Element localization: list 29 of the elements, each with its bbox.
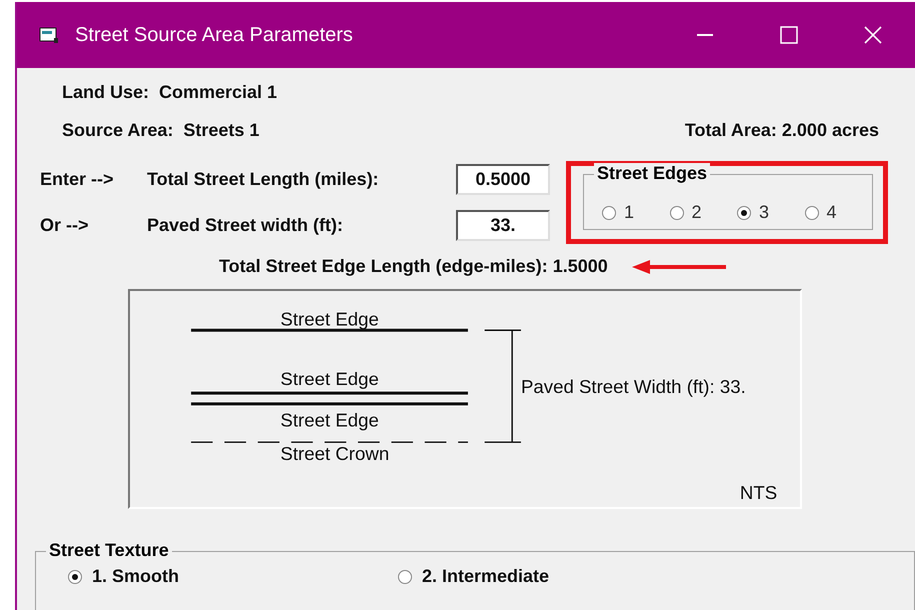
field-label: Paved Street width (ft): xyxy=(147,215,344,236)
edge-length-label: Total Street Edge Length (edge-miles): 1.5000 xyxy=(219,256,608,277)
radio-option[interactable]: 4 xyxy=(804,202,872,223)
edge-label: Street Edge xyxy=(280,308,379,330)
edge-label: Street Edge xyxy=(280,368,379,390)
scale-note: NTS xyxy=(740,482,778,504)
minimize-icon xyxy=(697,34,713,36)
prompt-label: Enter --> xyxy=(40,169,115,190)
radio-option[interactable]: 2. Intermediate xyxy=(398,566,728,587)
radio-option[interactable]: 1. Smooth xyxy=(68,566,398,587)
arrow-icon xyxy=(632,258,726,274)
group-title: Street Edges xyxy=(594,163,710,183)
radio-option[interactable]: 3 xyxy=(737,202,804,223)
prompt-label: Or --> xyxy=(40,215,90,236)
window-title: Street Source Area Parameters xyxy=(75,24,353,46)
total-area-label: Total Area: 2.000 acres xyxy=(684,119,879,141)
source-area-label: Source Area: Streets 1 xyxy=(62,119,260,141)
field-label: Total Street Length (miles): xyxy=(147,169,380,190)
crown-label: Street Crown xyxy=(280,442,390,464)
window-icon xyxy=(39,26,59,44)
input-field[interactable]: 0.5000 xyxy=(456,164,550,195)
close-icon xyxy=(863,25,883,45)
input-field[interactable]: 33. xyxy=(456,210,550,241)
maximize-icon xyxy=(779,25,799,45)
radio-option[interactable]: 1 xyxy=(602,202,670,223)
radio-option[interactable]: 2 xyxy=(670,202,737,223)
width-label: Paved Street Width (ft): 33. xyxy=(520,376,746,398)
edge-label: Street Edge xyxy=(280,410,379,430)
land-use-label: Land Use: Commercial 1 xyxy=(62,82,278,102)
